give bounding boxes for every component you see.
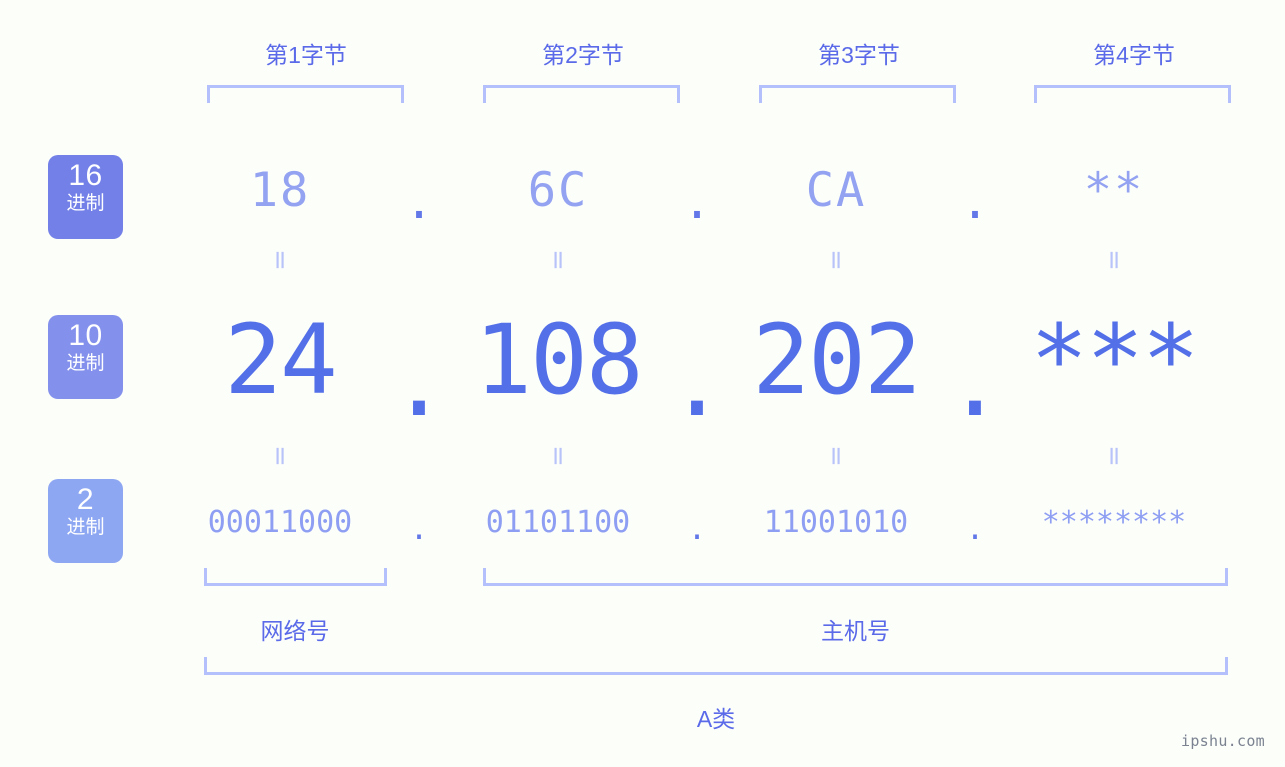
byte-label-2: 第2字节 xyxy=(542,42,624,68)
byte-bracket-1 xyxy=(207,85,404,103)
base-badge-decimal: 10 进制 xyxy=(48,315,123,399)
decimal-separator-2: . xyxy=(668,326,726,438)
byte-label-3: 第3字节 xyxy=(818,42,900,68)
decimal-row: 24 . 108 . 202 . *** xyxy=(180,300,1255,430)
base-badge-binary: 2 进制 xyxy=(48,479,123,563)
byte-bracket-2 xyxy=(483,85,680,103)
byte-label-1: 第1字节 xyxy=(265,42,347,68)
base-badge-bin-number: 2 xyxy=(76,483,95,516)
hex-separator-1: . xyxy=(404,174,434,230)
decimal-separator-1: . xyxy=(390,326,448,438)
network-bracket xyxy=(204,568,387,586)
ip-address-breakdown-diagram: 第1字节 第2字节 第3字节 第4字节 16 进制 10 进制 2 进制 18 … xyxy=(0,0,1285,767)
binary-separator-2: . xyxy=(687,512,707,547)
watermark: ipshu.com xyxy=(1181,732,1265,750)
base-badge-bin-suffix: 进制 xyxy=(66,517,105,538)
binary-octet-1: 00011000 xyxy=(207,505,353,540)
network-label: 网络号 xyxy=(260,618,330,644)
base-badge-hex-number: 16 xyxy=(68,159,103,192)
binary-octet-4: ******** xyxy=(1041,505,1187,540)
byte-bracket-3 xyxy=(759,85,956,103)
hex-separator-2: . xyxy=(682,174,712,230)
binary-separator-3: . xyxy=(965,512,985,547)
host-label: 主机号 xyxy=(821,618,890,644)
decimal-separator-3: . xyxy=(946,326,1004,438)
ip-class-bracket xyxy=(204,657,1228,675)
binary-row: 00011000 . 01101100 . 11001010 . *******… xyxy=(180,495,1255,550)
byte-label-4: 第4字节 xyxy=(1093,42,1175,68)
binary-octet-3: 11001010 xyxy=(763,505,909,540)
binary-separator-1: . xyxy=(409,512,429,547)
base-badge-hex-suffix: 进制 xyxy=(66,193,105,214)
binary-octet-2: 01101100 xyxy=(485,505,631,540)
base-badge-hexadecimal: 16 进制 xyxy=(48,155,123,239)
host-bracket xyxy=(483,568,1228,586)
base-badge-dec-suffix: 进制 xyxy=(66,353,105,374)
equals-separator-row-decimal-to-binary: = = = = xyxy=(180,436,1255,476)
hexadecimal-row: 18 . 6C . CA . ** xyxy=(180,150,1255,230)
ip-class-label: A类 xyxy=(696,706,736,732)
base-badge-dec-number: 10 xyxy=(68,319,103,352)
byte-bracket-4 xyxy=(1034,85,1231,103)
equals-separator-row-hex-to-decimal: = = = = xyxy=(180,240,1255,280)
hex-separator-3: . xyxy=(960,174,990,230)
